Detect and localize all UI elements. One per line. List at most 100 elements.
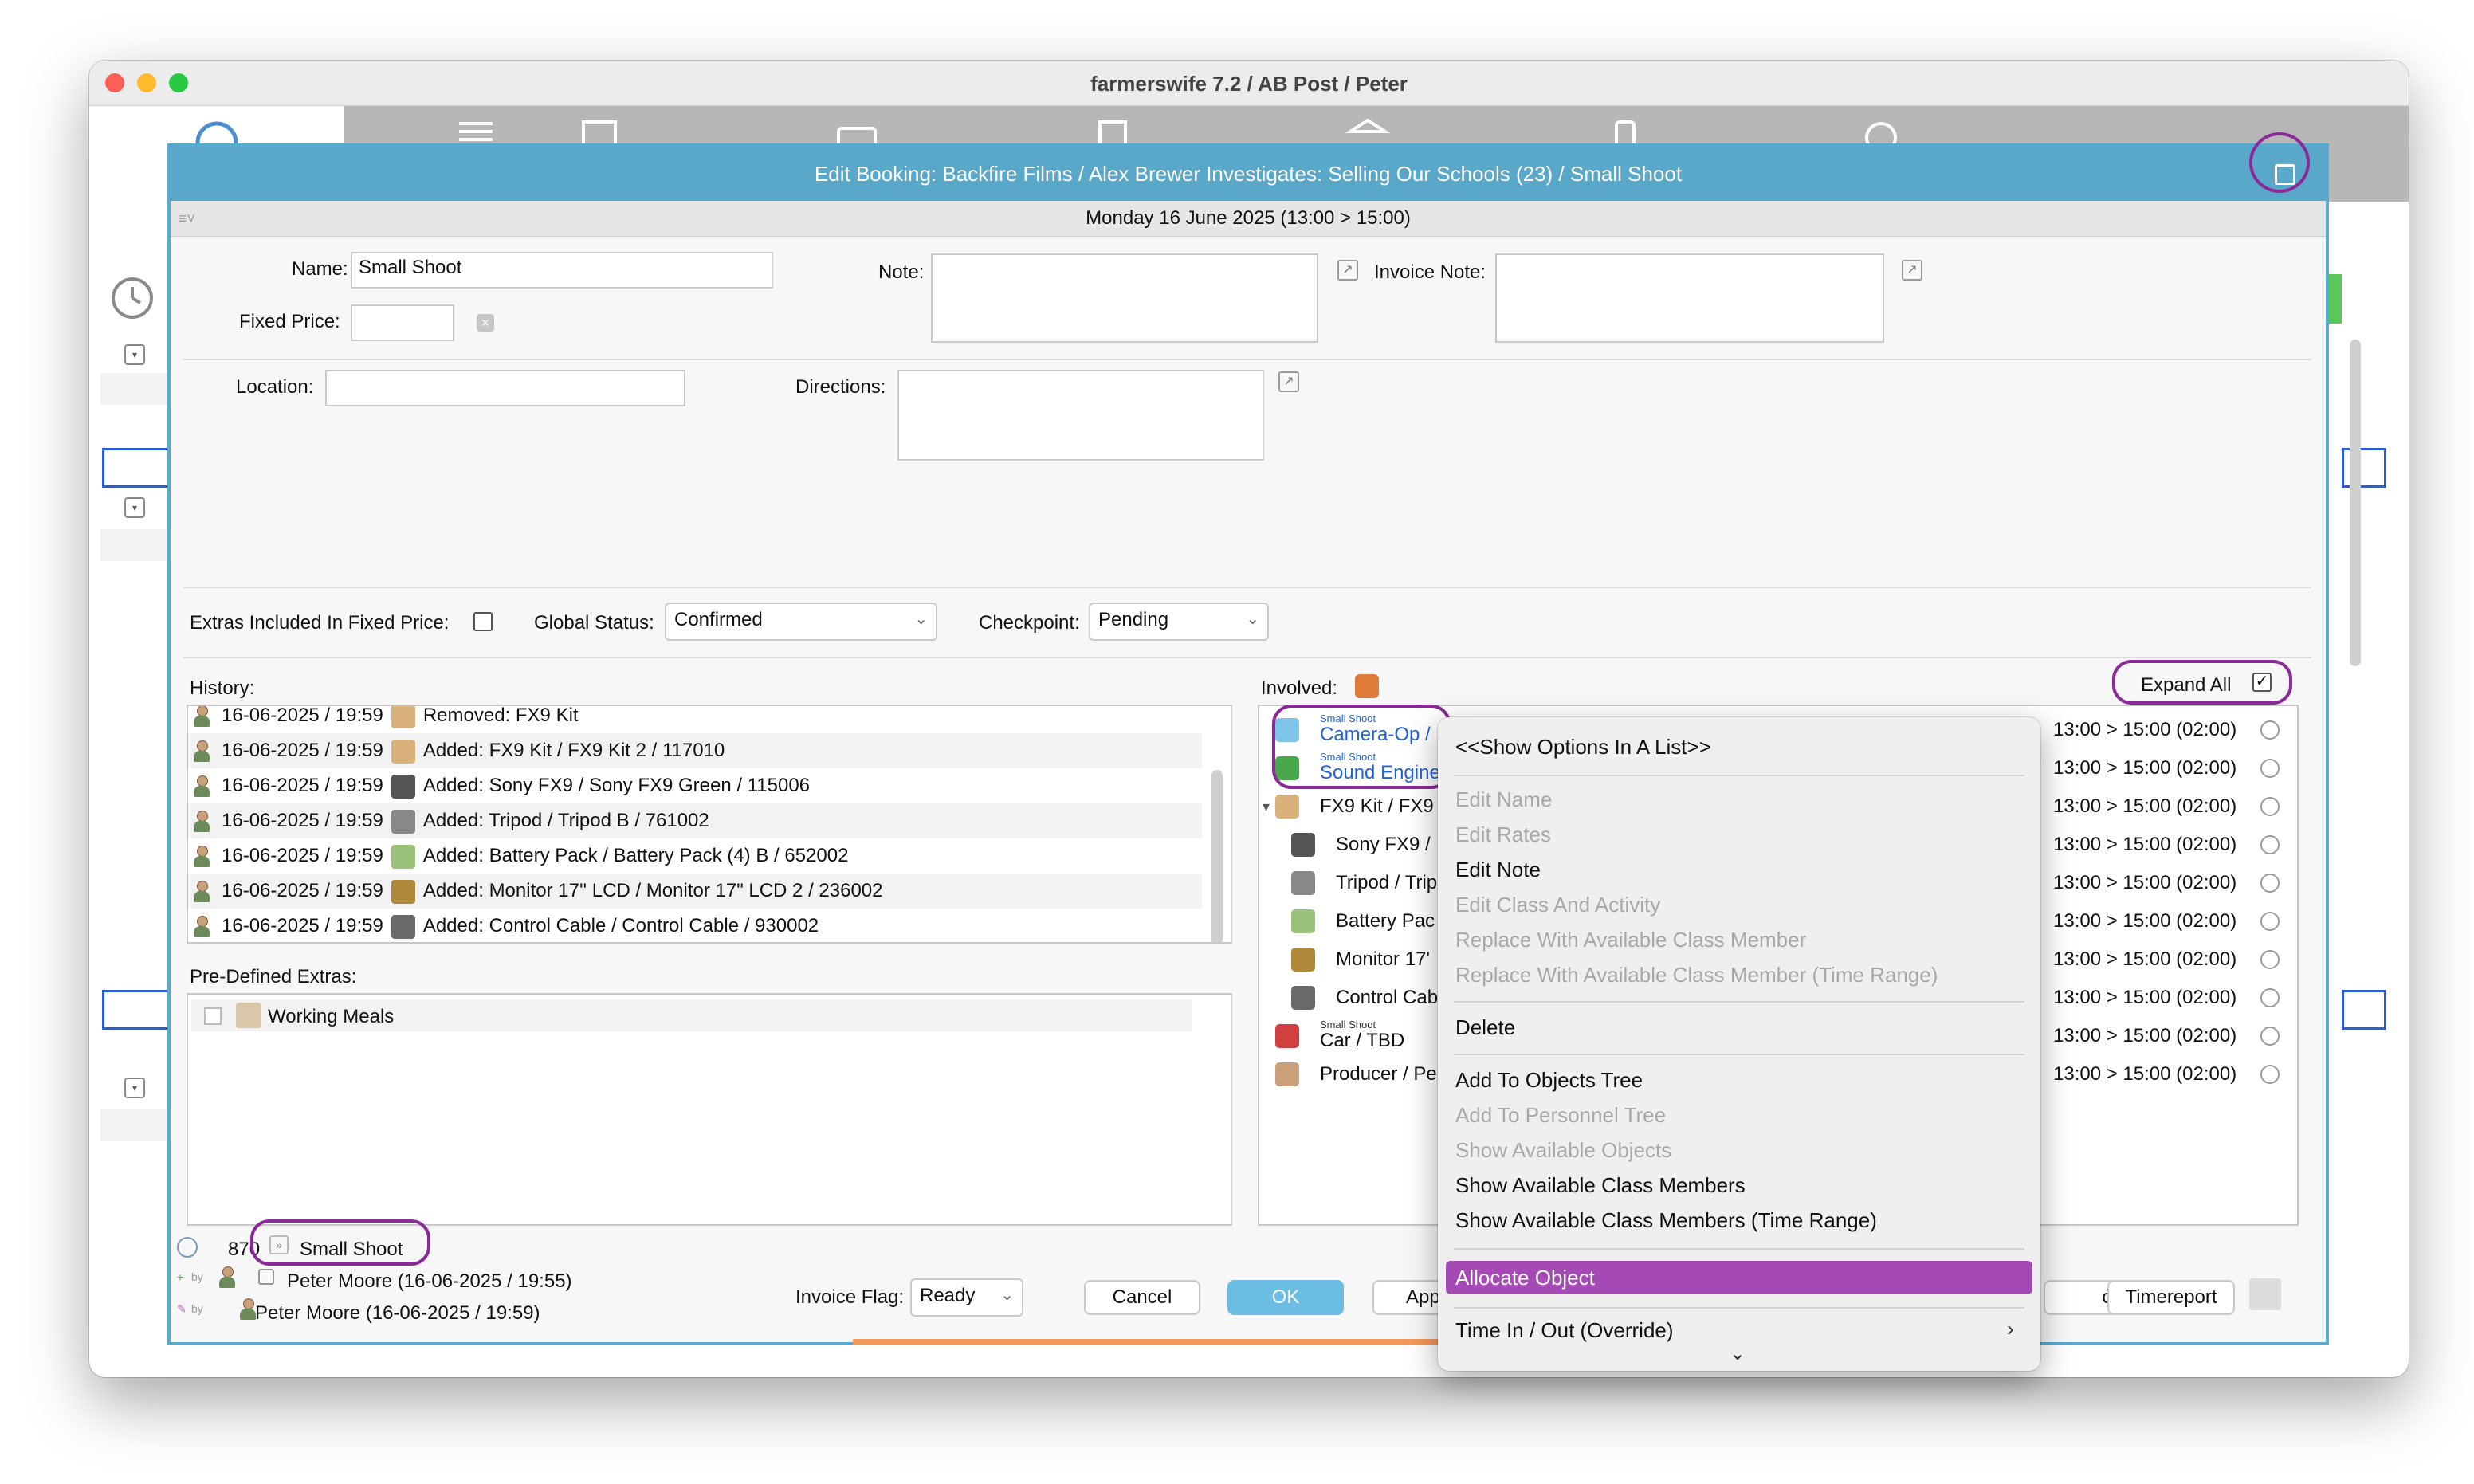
- extra-label: Working Meals: [268, 1006, 395, 1027]
- history-row[interactable]: 16-06-2025 / 19:59 Added: Sony FX9 / Sony…: [188, 768, 1202, 803]
- menu-item-edit-class[interactable]: Edit Class And Activity: [1455, 893, 1660, 917]
- resource-time: 13:00 > 15:00 (02:00): [2053, 795, 2237, 817]
- note-textarea[interactable]: [931, 253, 1318, 343]
- history-row[interactable]: 16-06-2025 / 19:59 Removed: FX9 Kit: [188, 706, 1202, 733]
- object-icon: [391, 844, 415, 869]
- menu-item-edit-name[interactable]: Edit Name: [1455, 787, 1552, 812]
- scroll-down-icon[interactable]: ⌄: [1730, 1342, 1746, 1365]
- notes-icon[interactable]: [2249, 1278, 2281, 1310]
- menu-item-show-options[interactable]: <<Show Options In A List>>: [1455, 735, 1711, 760]
- resource-icon: [1291, 909, 1315, 933]
- name-input[interactable]: Small Shoot: [351, 252, 773, 289]
- menu-item-show-class-members-range[interactable]: Show Available Class Members (Time Range…: [1455, 1208, 1877, 1233]
- clock-icon[interactable]: [2260, 797, 2280, 816]
- expand-toggle-icon[interactable]: ▾: [1263, 787, 1270, 826]
- fixed-price-input[interactable]: [351, 304, 454, 341]
- history-text: Added: FX9 Kit / FX9 Kit 2 / 117010: [422, 740, 725, 761]
- location-input[interactable]: [325, 370, 685, 406]
- global-status-select[interactable]: Confirmed ⌄: [665, 603, 937, 641]
- resource-label: FX9 Kit / FX9: [1320, 795, 1434, 817]
- popout-icon[interactable]: ↗: [1902, 260, 1922, 281]
- menu-separator: [1454, 1054, 2024, 1055]
- menu-item-show-available-objects[interactable]: Show Available Objects: [1455, 1138, 1671, 1163]
- object-icon: [391, 809, 415, 834]
- menu-icon[interactable]: ≡˅: [179, 210, 195, 227]
- clear-icon[interactable]: ×: [477, 314, 494, 332]
- chevron-down-icon[interactable]: ▾: [124, 344, 145, 365]
- menu-item-replace-class-member[interactable]: Replace With Available Class Member: [1455, 928, 1806, 952]
- user-avatar: [193, 880, 210, 904]
- resource-icon: [1275, 795, 1299, 819]
- resource-time: 13:00 > 15:00 (02:00): [2053, 910, 2237, 932]
- clock-icon[interactable]: [2260, 912, 2280, 931]
- popout-icon[interactable]: ↗: [1278, 371, 1299, 392]
- location-label: Location:: [236, 376, 314, 398]
- extras-included-checkbox[interactable]: [473, 612, 493, 631]
- scrollbar[interactable]: [1211, 770, 1223, 942]
- clock-icon[interactable]: [108, 274, 156, 322]
- extras-list[interactable]: Working Meals: [187, 993, 1232, 1226]
- clock-icon[interactable]: [2260, 988, 2280, 1007]
- note-label: Note:: [878, 261, 925, 283]
- history-row[interactable]: 16-06-2025 / 19:59 Added: FX9 Kit / FX9 K…: [188, 733, 1202, 768]
- clock-icon[interactable]: [2260, 874, 2280, 893]
- chevron-down-icon[interactable]: ▾: [124, 1078, 145, 1098]
- menu-item-add-objects-tree[interactable]: Add To Objects Tree: [1455, 1068, 1643, 1093]
- history-row[interactable]: 16-06-2025 / 19:59 Added: Monitor 17'' LC…: [188, 874, 1202, 909]
- clock-icon[interactable]: [2260, 1065, 2280, 1084]
- created-by-icon: +: [177, 1270, 184, 1283]
- list-item[interactable]: Working Meals: [191, 999, 1192, 1031]
- menu-item-replace-class-member-range[interactable]: Replace With Available Class Member (Tim…: [1455, 963, 1938, 987]
- chevron-down-icon[interactable]: ▾: [124, 497, 145, 518]
- created-by-label: by: [191, 1270, 203, 1283]
- invoice-note-textarea[interactable]: [1495, 253, 1884, 343]
- history-list[interactable]: 16-06-2025 / 19:59 Removed: FX9 Kit 16-06-…: [187, 705, 1232, 944]
- clock-icon[interactable]: [2260, 720, 2280, 740]
- resource-time: 13:00 > 15:00 (02:00): [2053, 948, 2237, 970]
- menu-item-add-personnel-tree[interactable]: Add To Personnel Tree: [1455, 1103, 1666, 1128]
- clock-icon[interactable]: [177, 1237, 198, 1258]
- sidebar-selected-box[interactable]: [102, 448, 171, 488]
- clock-icon[interactable]: [2260, 759, 2280, 778]
- history-row[interactable]: 16-06-2025 / 19:59 Added: Battery Pack / …: [188, 838, 1202, 874]
- settings-icon[interactable]: [258, 1269, 274, 1285]
- chevron-down-icon: ⌄: [914, 610, 928, 628]
- checkpoint-select[interactable]: Pending ⌄: [1089, 603, 1269, 641]
- involved-add-icon[interactable]: [1355, 674, 1379, 698]
- resource-icon: [1291, 986, 1315, 1010]
- invoice-flag-select[interactable]: Ready ⌄: [910, 1278, 1023, 1317]
- timereport-button[interactable]: Timereport: [2107, 1280, 2235, 1315]
- divider: [183, 587, 2311, 588]
- created-by-text: Peter Moore (16-06-2025 / 19:55): [287, 1270, 572, 1292]
- expand-all-checkbox[interactable]: ✓: [2252, 673, 2272, 692]
- menu-item-allocate-object[interactable]: Allocate Object: [1455, 1266, 1595, 1290]
- context-menu: <<Show Options In A List>> Edit Name Edi…: [1438, 717, 2040, 1371]
- dialog-title: Edit Booking: Backfire Films / Alex Brew…: [171, 147, 2326, 201]
- menu-item-edit-note[interactable]: Edit Note: [1455, 858, 1541, 882]
- history-row[interactable]: 16-06-2025 / 19:59 Added: Tripod / Tripod…: [188, 803, 1202, 838]
- menu-item-show-class-members[interactable]: Show Available Class Members: [1455, 1173, 1746, 1198]
- calendar-cell-box[interactable]: [2342, 990, 2386, 1030]
- extra-checkbox[interactable]: [204, 1007, 222, 1025]
- invoice-note-label: Invoice Note:: [1374, 261, 1486, 283]
- ok-button[interactable]: OK: [1227, 1280, 1344, 1315]
- window-title: farmerswife 7.2 / AB Post / Peter: [1090, 72, 1408, 96]
- history-text: Added: Battery Pack / Battery Pack (4) B…: [422, 845, 849, 866]
- extras-included-label: Extras Included In Fixed Price:: [190, 612, 450, 634]
- menu-item-edit-rates[interactable]: Edit Rates: [1455, 822, 1551, 847]
- scrollbar[interactable]: [2350, 340, 2361, 666]
- history-date: 16-06-2025 / 19:59: [222, 775, 383, 796]
- menu-item-delete[interactable]: Delete: [1455, 1015, 1515, 1040]
- sidebar-selected-box[interactable]: [102, 990, 171, 1030]
- clock-icon[interactable]: [2260, 835, 2280, 854]
- clock-icon[interactable]: [2260, 1027, 2280, 1046]
- directions-textarea[interactable]: [897, 370, 1264, 461]
- resource-icon: [1275, 1062, 1299, 1086]
- popout-icon[interactable]: ↗: [1337, 260, 1358, 281]
- clock-icon[interactable]: [2260, 950, 2280, 969]
- calendar-cell-box[interactable]: [2342, 448, 2386, 488]
- cancel-button[interactable]: Cancel: [1084, 1280, 1200, 1315]
- menu-item-time-override[interactable]: Time In / Out (Override): [1455, 1318, 1674, 1342]
- history-row[interactable]: 16-06-2025 / 19:59 Added: Control Cable /…: [188, 909, 1202, 942]
- object-icon: [391, 879, 415, 904]
